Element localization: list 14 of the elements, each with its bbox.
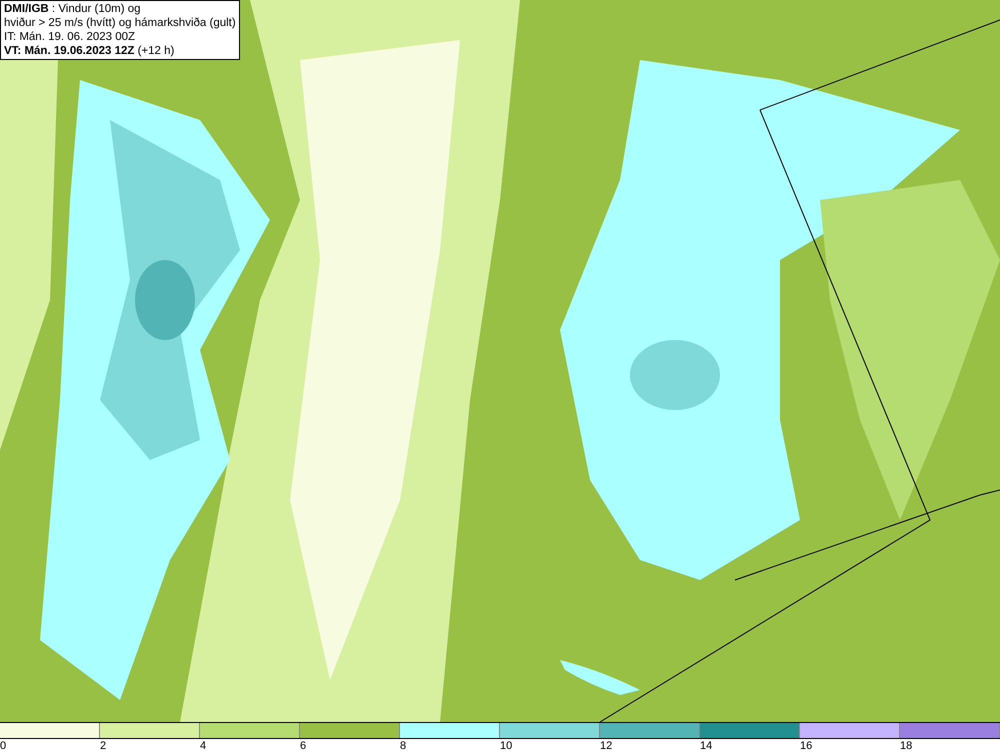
legend-label: 14 bbox=[700, 740, 712, 752]
legend-label: 4 bbox=[200, 740, 206, 752]
legend-label: 16 bbox=[800, 740, 812, 752]
legend-label: 10 bbox=[500, 740, 512, 752]
title-line: IT: Mán. 19. 06. 2023 00Z bbox=[4, 30, 136, 44]
legend-label: 12 bbox=[600, 740, 612, 752]
title-line: DMI/IGB : Vindur (10m) og bbox=[4, 2, 142, 16]
title-line: VT: Mán. 19.06.2023 12Z (+12 h) bbox=[4, 44, 176, 58]
title-line: hviður > 25 m/s (hvítt) og hámarkshviða (gult) bbox=[4, 16, 236, 30]
legend-label: 0 bbox=[0, 740, 6, 752]
legend-label: 18 bbox=[900, 740, 912, 752]
legend-label: 8 bbox=[400, 740, 406, 752]
legend-label: 2 bbox=[100, 740, 106, 752]
legend-label: 6 bbox=[300, 740, 306, 752]
